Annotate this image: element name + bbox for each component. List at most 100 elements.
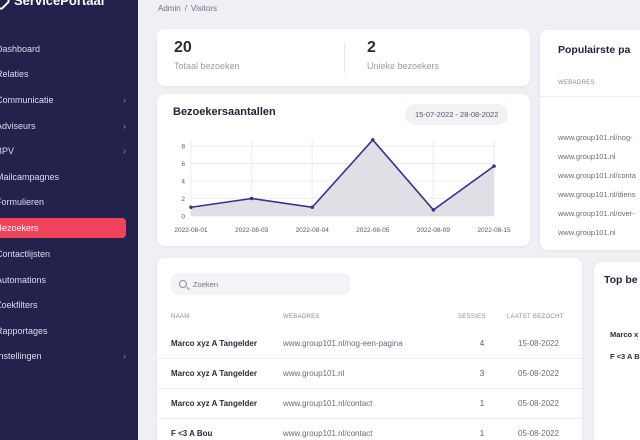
cell-sessions: 1 (479, 399, 485, 408)
sidebar-item-label: Relaties (0, 69, 29, 80)
cell-last: 05-08-2022 (518, 399, 559, 408)
sidebar-item-automations[interactable]: Automations (0, 267, 138, 293)
top-visitors-card: Top be Marco x F <3 A B (594, 262, 640, 440)
data-point (492, 164, 496, 168)
cell-last: 05-08-2022 (518, 429, 559, 438)
top-row[interactable]: Marco x (610, 330, 638, 339)
data-point (431, 208, 436, 212)
cell-url[interactable]: www.group101.nl/contact (283, 389, 372, 419)
stat-unique-label: Unieke bezoekers (367, 61, 440, 71)
sidebar-item-zoekfilters[interactable]: Zoekfilters (0, 292, 138, 318)
search-icon (179, 280, 187, 288)
cell-url[interactable]: www.group101.nl/nog-een-pagina (283, 329, 403, 359)
popular-row[interactable]: www.group101.nl/diens (558, 190, 636, 209)
sidebar-nav: Dashboard Relaties Communicatie › Adviseurs ›… (0, 36, 138, 369)
search-box[interactable] (171, 273, 350, 295)
cell-sessions: 4 (479, 339, 485, 348)
cell-last: 15-08-2022 (518, 339, 559, 348)
sidebar-item-dashboard[interactable]: Dashboard (0, 36, 138, 62)
sidebar-item-label: Automations (0, 274, 47, 285)
x-tick-label: 2022-08-15 (477, 227, 511, 234)
table-row[interactable]: Marco xyz A Tangelder www.group101.nl 3 05-… (157, 359, 582, 389)
breadcrumb-current: Visitors (190, 4, 218, 13)
brand[interactable]: ServicePortaal (0, 0, 105, 11)
sidebar-item-label: Contactlijsten (0, 248, 51, 259)
cell-name: Marco xyz A Tangelder (171, 339, 257, 348)
data-point (310, 205, 314, 210)
popular-row[interactable]: www.group101.nl/conta (558, 171, 636, 190)
visitors-table-card: NAAM WEBADRES SESSIES LAATST BEZOCHT Mar… (157, 258, 582, 440)
table-row[interactable]: Marco xyz A Tangelder www.group101.nl/nog… (157, 329, 582, 359)
sidebar-item-rapportages[interactable]: Rapportages (0, 318, 138, 344)
column-header-last-visited[interactable]: LAATST BEZOCHT (507, 314, 564, 320)
chevron-right-icon: › (123, 146, 126, 157)
breadcrumb-separator: / (184, 4, 187, 13)
series-area (191, 139, 494, 216)
sidebar-item-bezoekers[interactable]: Bezoekers (0, 218, 126, 239)
sidebar-item-label: Zoekfilters (0, 300, 38, 311)
sidebar-item-label: Mailcampagnes (0, 171, 60, 182)
visitors-chart: 0 2 4 6 8 2022-08-01 2022-08-03 2022-08-04 2022-… (174, 138, 511, 234)
sidebar-item-adviseurs[interactable]: Adviseurs › (0, 113, 138, 139)
column-header-url[interactable]: WEBADRES (283, 314, 320, 320)
top-row[interactable]: F <3 A B (610, 352, 640, 361)
x-tick-label: 2022-08-04 (296, 227, 330, 234)
sidebar-item-relaties[interactable]: Relaties (0, 62, 138, 88)
cell-name: F <3 A Bou (171, 429, 213, 438)
logo-icon (0, 0, 11, 11)
sidebar-item-instellingen[interactable]: Instellingen › (0, 344, 138, 370)
x-tick-label: 2022-08-03 (235, 227, 269, 234)
cell-sessions: 3 (479, 369, 485, 378)
sidebar: ServicePortaal Dashboard Relaties Communic… (0, 0, 138, 440)
sidebar-item-mailcampagnes[interactable]: Mailcampagnes (0, 164, 138, 190)
stat-total-label: Totaal bezoeken (174, 61, 240, 71)
popular-pages-card: Populairste pa WEBADRES www.group101.nl/… (540, 30, 640, 250)
chevron-right-icon: › (123, 94, 126, 105)
cell-url[interactable]: www.group101.nl/contact (283, 419, 372, 440)
y-tick-label: 6 (181, 161, 185, 168)
breadcrumb-root[interactable]: Admin (158, 4, 181, 13)
sidebar-item-communicatie[interactable]: Communicatie › (0, 87, 138, 113)
popular-divider (540, 96, 640, 97)
popular-list: www.group101.nl/nog-www.group101.nl www.g… (558, 133, 636, 247)
cell-last: 05-08-2022 (518, 369, 559, 378)
data-point (189, 205, 193, 210)
x-tick-label: 2022-08-09 (417, 227, 451, 234)
popular-column-header: WEBADRES (558, 80, 595, 86)
y-tick-label: 4 (181, 179, 185, 186)
popular-row[interactable]: www.group101.nl (558, 152, 636, 171)
top-title: Top be (604, 274, 638, 286)
popular-title: Populairste pa (558, 44, 631, 56)
cell-name: Marco xyz A Tangelder (171, 369, 257, 378)
sidebar-item-label: Formulieren (0, 197, 45, 208)
cell-url[interactable]: www.group101.nl (283, 359, 344, 389)
popular-row[interactable]: www.group101.nl (558, 228, 636, 247)
cell-name: Marco xyz A Tangelder (171, 399, 257, 408)
brand-name: ServicePortaal (14, 0, 105, 8)
table-row[interactable]: Marco xyz A Tangelder www.group101.nl/con… (157, 389, 582, 419)
column-header-name[interactable]: NAAM (171, 314, 190, 320)
column-header-sessions[interactable]: SESSIES (458, 314, 486, 320)
x-tick-label: 2022-08-05 (356, 227, 390, 234)
stat-divider (344, 43, 345, 73)
sidebar-item-label: Communicatie (0, 94, 54, 105)
stat-unique: 2 Unieke bezoekers (367, 39, 439, 71)
sidebar-item-label: Dashboard (0, 43, 41, 54)
sidebar-item-formulieren[interactable]: Formulieren (0, 190, 138, 216)
search-input[interactable] (193, 279, 333, 289)
x-tick-label: 2022-08-01 (174, 227, 208, 234)
chevron-right-icon: › (123, 351, 126, 362)
chevron-right-icon: › (123, 120, 126, 131)
popular-row[interactable]: www.group101.nl/over- (558, 209, 636, 228)
sidebar-item-label: Adviseurs (0, 120, 36, 131)
data-point (249, 196, 254, 201)
breadcrumb: Admin / Visitors (158, 4, 217, 13)
table-row[interactable]: F <3 A Bou www.group101.nl/contact 1 05-08-… (157, 419, 582, 440)
chart-card: Bezoekersaantallen 15-07-2022 - 28-08-20… (157, 94, 530, 246)
stat-total: 20 Totaal bezoeken (174, 39, 240, 71)
sidebar-item-bpv[interactable]: BPV › (0, 138, 138, 164)
data-point (371, 138, 375, 142)
popular-row[interactable]: www.group101.nl/nog- (558, 133, 636, 152)
sidebar-item-label: BPV (0, 146, 15, 157)
sidebar-item-contactlijsten[interactable]: Contactlijsten (0, 241, 138, 267)
